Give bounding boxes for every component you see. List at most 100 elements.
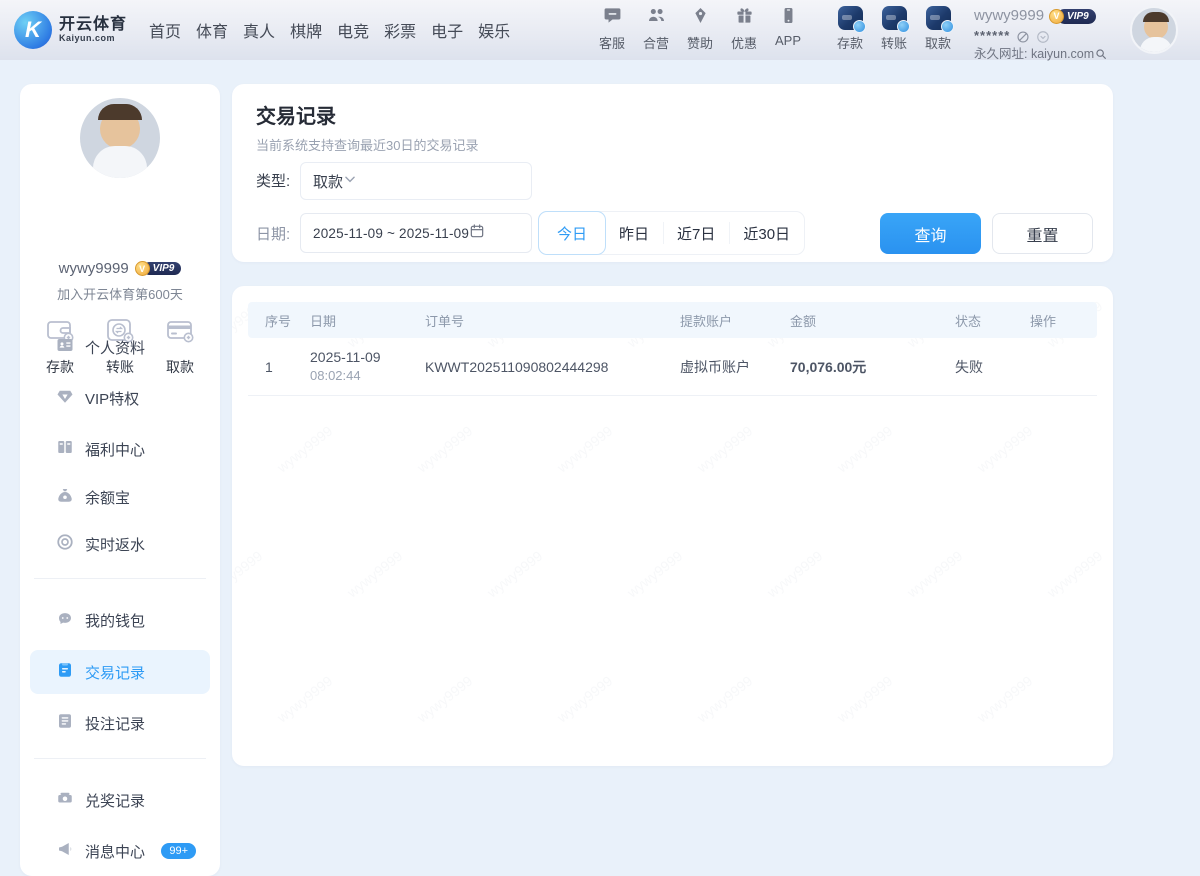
- user-info-block: wywy9999 V VIP9 ****** 永久网址: kaiyun.com: [974, 6, 1124, 63]
- quick-range-group: 今日 昨日 近7日 近30日: [538, 211, 805, 255]
- unread-count-badge: 99+: [161, 843, 196, 859]
- row-datetime: 2025-11-09 08:02:44: [293, 347, 408, 386]
- brand-name: 开云体育: [59, 16, 127, 34]
- prize-icon: [56, 789, 74, 812]
- membership-days: 加入开云体育第600天: [20, 284, 220, 303]
- col-order-no: 订单号: [408, 311, 663, 330]
- header-avatar[interactable]: [1130, 6, 1178, 54]
- username: wywy9999: [974, 6, 1044, 26]
- range-today-button[interactable]: 今日: [538, 211, 606, 255]
- nav-item-live[interactable]: 真人: [243, 18, 275, 42]
- phone-icon: [779, 6, 798, 30]
- partnership-button[interactable]: 合营: [636, 6, 676, 52]
- col-account: 提款账户: [663, 311, 773, 330]
- sidebar-item-yuebao[interactable]: 余额宝: [30, 475, 210, 519]
- search-icon[interactable]: [1094, 47, 1108, 61]
- eye-off-icon[interactable]: [1016, 29, 1030, 43]
- app-download-button[interactable]: APP: [768, 6, 808, 52]
- deposit-icon: [838, 6, 863, 30]
- profile-name: wywy9999: [59, 260, 129, 277]
- page-title: 交易记录: [256, 100, 336, 129]
- id-card-icon: [56, 336, 74, 359]
- withdraw-button[interactable]: 取款: [920, 6, 956, 52]
- col-status: 状态: [938, 311, 1013, 330]
- masked-balance: ******: [974, 27, 1010, 45]
- chevron-circle-icon[interactable]: [1036, 29, 1050, 43]
- welfare-icon: [56, 438, 74, 461]
- row-status: 失败: [938, 357, 1013, 377]
- type-label: 类型:: [256, 170, 290, 191]
- promo-button[interactable]: 优惠: [724, 6, 764, 52]
- col-action: 操作: [1013, 311, 1097, 330]
- transfer-button[interactable]: 转账: [876, 6, 912, 52]
- table-row: 1 2025-11-09 08:02:44 KWWT20251109080244…: [248, 338, 1097, 396]
- customer-service-button[interactable]: 客服: [592, 6, 632, 52]
- row-amount: 70,076.00元: [773, 357, 938, 377]
- wallet-shortcuts: 存款 转账 取款: [832, 6, 956, 52]
- range-30days-button[interactable]: 近30日: [729, 212, 804, 254]
- service-shortcuts: 客服 合营 赞助 优惠 APP: [592, 6, 808, 52]
- sidebar-item-prizes[interactable]: 兑奖记录: [30, 778, 210, 822]
- vip-diamond-icon: [56, 387, 74, 410]
- chat-icon: [603, 6, 622, 30]
- page-subtitle: 当前系统支持查询最近30日的交易记录: [256, 135, 478, 154]
- nav-item-home[interactable]: 首页: [149, 18, 181, 42]
- nav-item-esports[interactable]: 电竞: [337, 18, 369, 42]
- date-label: 日期:: [256, 223, 290, 244]
- profile-vip-badge: V VIP9: [135, 261, 182, 276]
- type-select[interactable]: 取款: [300, 162, 532, 200]
- chevron-down-icon: [343, 172, 357, 191]
- people-icon: [647, 6, 666, 30]
- nav-item-sports[interactable]: 体育: [196, 18, 228, 42]
- sidebar-item-welfare[interactable]: 福利中心: [30, 427, 210, 471]
- top-header: K 开云体育 Kaiyun.com 首页 体育 真人 棋牌 电竞 彩票 电子 娱…: [0, 0, 1200, 60]
- sidebar-divider: [34, 758, 206, 759]
- nav-item-lottery[interactable]: 彩票: [384, 18, 416, 42]
- nav-item-entertainment[interactable]: 娱乐: [478, 18, 510, 42]
- piggy-bank-icon: [56, 609, 74, 632]
- vip-shield-icon: V: [1049, 9, 1064, 24]
- col-date: 日期: [293, 311, 408, 330]
- sidebar: wywy9999 V VIP9 加入开云体育第600天 存款 转账 取款 个人资…: [20, 84, 220, 876]
- sponsor-button[interactable]: 赞助: [680, 6, 720, 52]
- sidebar-item-profile[interactable]: 个人资料: [30, 325, 210, 369]
- reset-button[interactable]: 重置: [992, 213, 1093, 254]
- permanent-url: 永久网址: kaiyun.com: [974, 46, 1094, 63]
- vip-badge: V VIP9: [1049, 9, 1096, 24]
- brand-logo[interactable]: K 开云体育 Kaiyun.com: [0, 11, 127, 49]
- records-panel: wywy9999wywy9999wywy9999wywy9999wywy9999…: [232, 286, 1113, 766]
- sidebar-divider: [34, 578, 206, 579]
- sidebar-item-bets[interactable]: 投注记录: [30, 701, 210, 745]
- date-range-input[interactable]: 2025-11-09 ~ 2025-11-09: [300, 213, 532, 253]
- bet-record-icon: [56, 712, 74, 735]
- deposit-button[interactable]: 存款: [832, 6, 868, 52]
- col-amount: 金额: [773, 311, 938, 330]
- sidebar-item-transactions[interactable]: 交易记录: [30, 650, 210, 694]
- sidebar-item-rebate[interactable]: 实时返水: [30, 522, 210, 566]
- nav-item-slots[interactable]: 电子: [431, 18, 463, 42]
- row-order-no: KWWT202511090802444298: [408, 359, 663, 375]
- range-yesterday-button[interactable]: 昨日: [605, 212, 663, 254]
- filter-panel: 交易记录 当前系统支持查询最近30日的交易记录 类型: 取款 日期: 2025-…: [232, 84, 1113, 262]
- calendar-icon: [469, 223, 485, 244]
- sidebar-item-messages[interactable]: 消息中心 99+: [30, 829, 210, 873]
- profile-avatar[interactable]: [80, 98, 160, 178]
- transfer-icon: [882, 6, 907, 30]
- moneybag-icon: [56, 486, 74, 509]
- col-index: 序号: [248, 311, 293, 330]
- nav-item-cards[interactable]: 棋牌: [290, 18, 322, 42]
- query-button[interactable]: 查询: [880, 213, 981, 254]
- sidebar-item-wallet[interactable]: 我的钱包: [30, 598, 210, 642]
- transaction-record-icon: [56, 661, 74, 684]
- table-header: 序号 日期 订单号 提款账户 金额 状态 操作: [248, 302, 1097, 338]
- main-nav: 首页 体育 真人 棋牌 电竞 彩票 电子 娱乐: [149, 18, 510, 42]
- row-account: 虚拟币账户: [663, 357, 773, 377]
- rebate-icon: [56, 533, 74, 556]
- diamond-icon: [691, 6, 710, 30]
- withdraw-icon: [926, 6, 951, 30]
- brand-domain: Kaiyun.com: [59, 34, 127, 44]
- sidebar-item-vip[interactable]: VIP特权: [30, 376, 210, 420]
- brand-logo-icon: K: [14, 11, 52, 49]
- range-7days-button[interactable]: 近7日: [663, 212, 729, 254]
- vip-shield-icon: V: [135, 261, 150, 276]
